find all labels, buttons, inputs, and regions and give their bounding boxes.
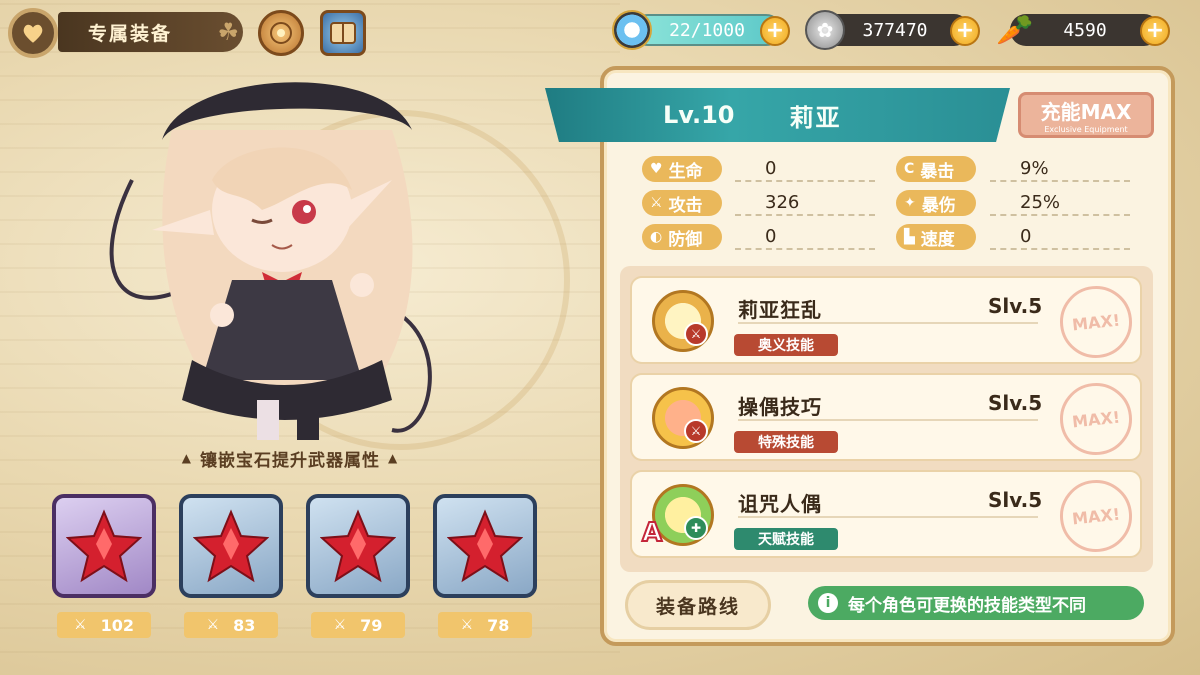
skill-card-2[interactable]: ⚔ 操偶技巧 Slv.5 特殊技能 MAX! <box>630 373 1142 461</box>
gem-value-3: ⚔ 79 <box>311 612 405 638</box>
ruby-gem-icon <box>320 509 396 583</box>
ruby-gem-icon <box>66 509 142 583</box>
sword-icon: ⚔ <box>460 617 474 633</box>
stat-label-critdmg: ✦ 暴伤 <box>896 190 976 216</box>
gem-value-text: 78 <box>487 615 510 635</box>
skill-level: Slv.5 <box>988 488 1043 512</box>
silver-value: 377470 <box>862 19 928 41</box>
character-level: Lv.10 <box>663 101 735 129</box>
carrot-value: 4590 <box>1063 19 1107 41</box>
gem-value-1: ⚔ 102 <box>57 612 151 638</box>
boot-icon: ▙ <box>904 229 915 245</box>
character-banner: Lv.10 莉亚 <box>545 88 1010 142</box>
stat-label-def: ◐ 防御 <box>642 224 722 250</box>
skill-level: Slv.5 <box>988 391 1043 415</box>
stat-label-crit: C 暴击 <box>896 156 976 182</box>
max-stamp-icon: MAX! <box>1056 282 1136 362</box>
info-icon: i <box>818 593 838 613</box>
charge-max-badge: 充能MAX Exclusive Equipment <box>1018 92 1154 138</box>
ruby-gem-icon <box>193 509 269 583</box>
info-banner: i 每个角色可更换的技能类型不同 <box>808 586 1144 620</box>
skill-ultimate-icon <box>652 290 714 352</box>
add-carrot-button[interactable]: + <box>1140 16 1170 46</box>
heart-icon: ♥ <box>650 161 663 177</box>
skill-name: 莉亚狂乱 <box>738 298 822 322</box>
rank-a-badge: A <box>641 517 663 549</box>
skill-card-3[interactable]: ✚ A 诅咒人偶 Slv.5 天赋技能 MAX! <box>630 470 1142 558</box>
stat-value-critdmg: 25% <box>990 190 1130 216</box>
skill-type-badge: 特殊技能 <box>734 431 838 453</box>
stat-label-text: 暴击 <box>920 161 955 182</box>
gem-hint[interactable]: ▲ 镶嵌宝石提升武器属性 ▲ <box>160 444 420 472</box>
stat-value-atk: 326 <box>735 190 875 216</box>
skill-special-icon <box>652 387 714 449</box>
skill-type-badge: 奥义技能 <box>734 334 838 356</box>
gem-hint-text: 镶嵌宝石提升武器属性 <box>200 450 380 471</box>
plus-icon: ✚ <box>684 516 708 540</box>
clover-icon: ☘ <box>217 18 239 46</box>
skill-divider <box>738 322 1038 324</box>
stat-value-spd: 0 <box>990 224 1130 250</box>
add-stamina-button[interactable]: + <box>760 16 790 46</box>
stat-label-text: 生命 <box>668 161 703 182</box>
stat-label-spd: ▙ 速度 <box>896 224 976 250</box>
sword-icon: ⚔ <box>74 617 87 633</box>
page-title: 专属装备 <box>88 22 173 45</box>
gem-slot-2[interactable] <box>179 494 283 598</box>
stamina-value: 22/1000 <box>669 19 745 41</box>
stat-value-hp: 0 <box>735 156 875 182</box>
max-stamp-icon: MAX! <box>1056 476 1136 556</box>
skill-divider <box>738 419 1038 421</box>
ruby-gem-icon <box>447 509 523 583</box>
sword-icon: ⚔ <box>206 617 220 633</box>
skill-divider <box>738 516 1038 518</box>
charge-max-label: 充能MAX <box>1040 100 1132 124</box>
gem-slot-1[interactable] <box>52 494 156 598</box>
heart-back-icon <box>23 24 43 43</box>
gem-value-text: 79 <box>360 615 383 635</box>
sword-icon: ⚔ <box>650 195 663 211</box>
stat-value-def: 0 <box>735 224 875 250</box>
back-button[interactable] <box>8 8 58 58</box>
triangle-up-icon: ▲ <box>388 451 399 465</box>
skill-name: 诅咒人偶 <box>738 492 822 516</box>
max-stamp-icon: MAX! <box>1056 379 1136 459</box>
gem-slot-3[interactable] <box>306 494 410 598</box>
book-icon[interactable] <box>320 10 366 56</box>
skill-name: 操偶技巧 <box>738 395 822 419</box>
charge-max-sub: Exclusive Equipment <box>1044 125 1128 134</box>
shield-icon: ◐ <box>650 229 663 245</box>
gem-slot-4[interactable] <box>433 494 537 598</box>
character-name: 莉亚 <box>789 103 842 132</box>
stat-label-atk: ⚔ 攻击 <box>642 190 722 216</box>
sword-icon: ⚔ <box>333 617 347 633</box>
skill-level: Slv.5 <box>988 294 1043 318</box>
stat-label-text: 防御 <box>668 229 703 250</box>
stat-label-text: 速度 <box>920 229 955 250</box>
gem-value-2: ⚔ 83 <box>184 612 278 638</box>
stat-label-hp: ♥ 生命 <box>642 156 722 182</box>
stat-label-text: 暴伤 <box>921 195 956 216</box>
sword-icon: ⚔ <box>684 419 708 443</box>
gem-value-4: ⚔ 78 <box>438 612 532 638</box>
gem-value-text: 102 <box>100 615 134 635</box>
skill-type-badge: 天赋技能 <box>734 528 838 550</box>
emblem-icon[interactable] <box>258 10 304 56</box>
carrot-icon: 🥕 <box>996 12 1034 48</box>
crit-icon: C <box>904 161 915 177</box>
sword-icon: ⚔ <box>684 322 708 346</box>
triangle-up-icon: ▲ <box>181 451 192 465</box>
critdmg-icon: ✦ <box>904 195 916 211</box>
stat-value-crit: 9% <box>990 156 1130 182</box>
silver-coin-icon: ✿ <box>805 10 845 50</box>
page-title-bar: 专属装备 ☘ <box>58 12 243 52</box>
stamina-potion-icon <box>612 10 652 50</box>
stat-label-text: 攻击 <box>668 195 703 216</box>
info-text: 每个角色可更换的技能类型不同 <box>848 595 1086 616</box>
skill-card-1[interactable]: ⚔ 莉亚狂乱 Slv.5 奥义技能 MAX! <box>630 276 1142 364</box>
gem-value-text: 83 <box>233 615 256 635</box>
add-silver-button[interactable]: + <box>950 16 980 46</box>
character-illustration[interactable] <box>92 60 482 450</box>
equipment-route-button[interactable]: 装备路线 <box>625 580 771 630</box>
